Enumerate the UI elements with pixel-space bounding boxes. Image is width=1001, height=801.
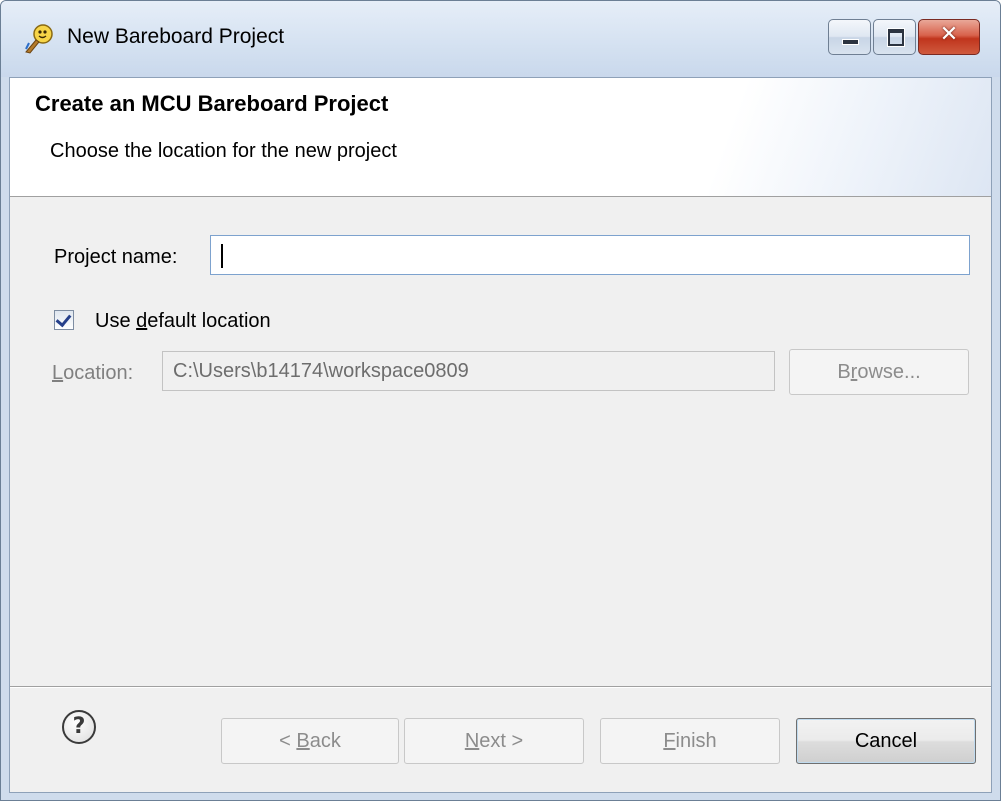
back-mnemonic: B xyxy=(296,730,310,752)
use-default-mnemonic: d xyxy=(136,310,148,332)
maximize-icon xyxy=(888,29,904,46)
next-label-end: ext > xyxy=(479,730,524,752)
use-default-location-checkbox[interactable] xyxy=(54,310,74,330)
eclipse-wizard-icon xyxy=(25,24,53,54)
finish-mnemonic: F xyxy=(663,730,676,752)
cancel-button[interactable]: Cancel xyxy=(796,718,976,764)
close-icon: ✕ xyxy=(939,22,959,47)
title-bar[interactable]: New Bareboard Project ✕ xyxy=(1,1,1000,77)
location-mnemonic: L xyxy=(52,362,64,384)
wizard-page-description: Choose the location for the new project xyxy=(50,140,397,162)
wizard-banner: Create an MCU Bareboard Project Choose t… xyxy=(10,78,991,197)
finish-button[interactable]: Finish xyxy=(600,718,780,764)
back-button[interactable]: < Back xyxy=(221,718,399,764)
help-icon[interactable]: ? xyxy=(62,710,96,744)
project-name-label: Project name: xyxy=(54,246,178,268)
location-input[interactable]: C:\Users\b14174\workspace0809 xyxy=(162,351,775,391)
back-label-start: < xyxy=(279,730,297,752)
footer-separator xyxy=(10,686,991,688)
use-default-label-end: efault location xyxy=(147,310,271,332)
wizard-page-title: Create an MCU Bareboard Project xyxy=(35,91,389,116)
checkmark-icon xyxy=(55,310,72,328)
window-title: New Bareboard Project xyxy=(67,25,285,48)
browse-label-end: owse... xyxy=(857,361,921,383)
minimize-icon xyxy=(842,39,859,45)
next-mnemonic: N xyxy=(464,730,480,752)
use-default-location-label[interactable]: Use default location xyxy=(95,310,271,333)
text-caret xyxy=(221,243,223,268)
location-value: C:\Users\b14174\workspace0809 xyxy=(173,360,469,382)
location-label: Location: xyxy=(52,362,133,385)
back-label-end: ack xyxy=(309,730,341,752)
dialog-client-area: Create an MCU Bareboard Project Choose t… xyxy=(9,77,992,793)
location-label-rest: ocation: xyxy=(63,362,134,384)
maximize-button[interactable] xyxy=(873,19,916,55)
next-button[interactable]: Next > xyxy=(404,718,584,764)
browse-label-start: B xyxy=(837,361,851,383)
project-name-input[interactable] xyxy=(210,235,970,275)
dialog-window: New Bareboard Project ✕ Create an MCU Ba… xyxy=(0,0,1001,801)
browse-button[interactable]: Browse... xyxy=(789,349,969,395)
finish-label-end: inish xyxy=(675,730,717,752)
minimize-button[interactable] xyxy=(828,19,871,55)
use-default-label-start: Use xyxy=(95,310,137,332)
close-button[interactable]: ✕ xyxy=(918,19,980,55)
